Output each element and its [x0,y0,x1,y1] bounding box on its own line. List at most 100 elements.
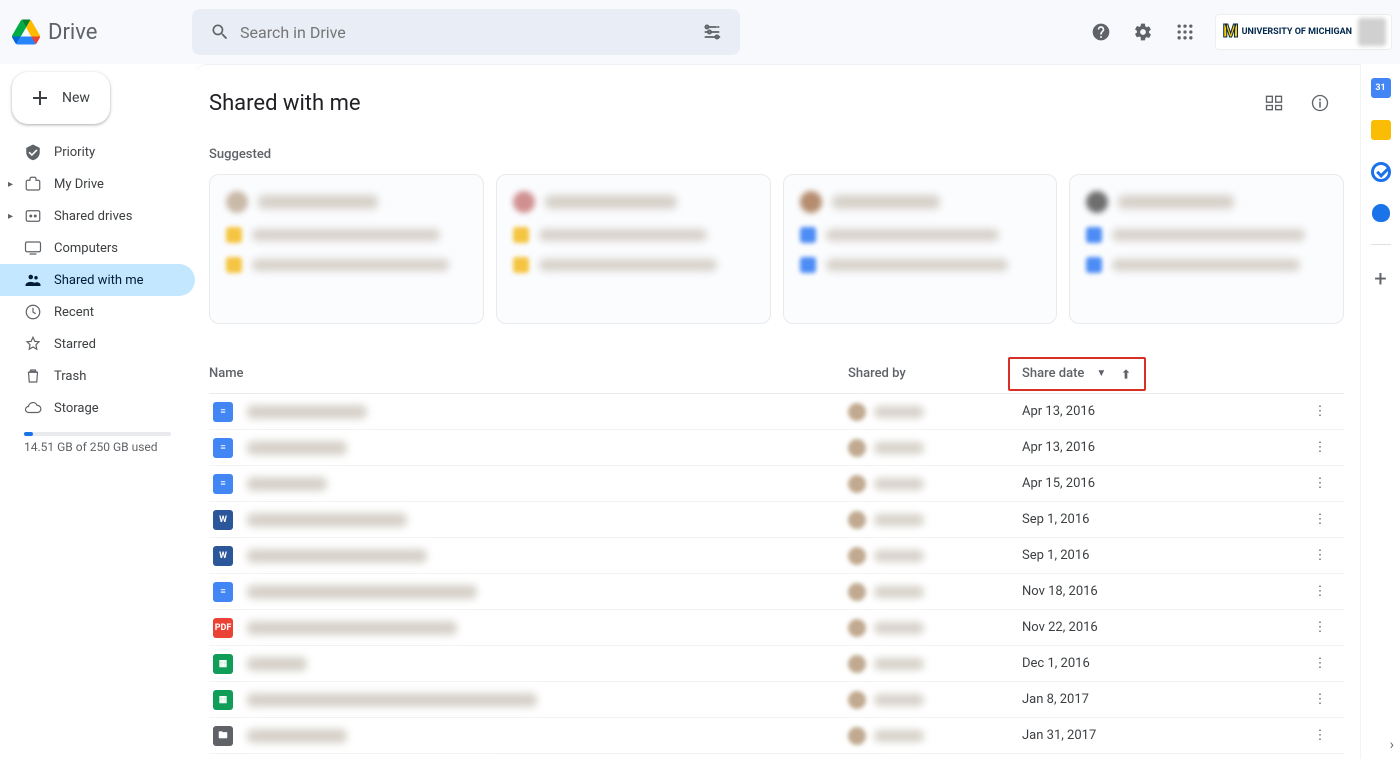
row-more-icon[interactable]: ⋮ [1308,508,1332,532]
table-row[interactable]: ▭Feb 10, 2017⋮ [209,754,1344,759]
arrow-up-icon [1118,366,1134,382]
table-row[interactable]: W Sep 1, 2016⋮ [209,538,1344,574]
file-type-icon: 🖿 [213,726,233,746]
shared-by-cell [848,583,1008,601]
logo-area[interactable]: Drive [12,18,192,46]
table-row[interactable]: ≡Apr 15, 2016⋮ [209,466,1344,502]
share-date-cell: Jan 31, 2017 [1008,728,1308,743]
table-row[interactable]: ▦ Dec 1, 2016⋮ [209,646,1344,682]
row-more-icon[interactable]: ⋮ [1308,436,1332,460]
table-row[interactable]: 🖿 Jan 31, 2017⋮ [209,718,1344,754]
tasks-app-icon[interactable] [1371,162,1391,182]
file-type-icon: ≡ [213,402,233,422]
sidebar-item-computers[interactable]: Computers [0,232,195,264]
file-type-icon: ≡ [213,582,233,602]
file-name-redacted [247,441,347,455]
table-row[interactable]: ≡ Apr 13, 2016⋮ [209,394,1344,430]
settings-icon[interactable] [1123,12,1163,52]
rail-divider [1371,244,1391,245]
row-more-icon[interactable]: ⋮ [1308,544,1332,568]
table-row[interactable]: ▦ Jan 8, 2017⋮ [209,682,1344,718]
row-more-icon[interactable]: ⋮ [1308,688,1332,712]
search-icon[interactable] [200,12,240,52]
org-badge: MUNIVERSITY OF MICHIGAN [1223,23,1352,41]
apps-icon[interactable] [1165,12,1205,52]
search-input[interactable] [240,23,692,42]
shared-by-cell [848,655,1008,673]
sidebar-item-my-drive[interactable]: ▸My Drive [0,168,195,200]
shared-by-cell [848,511,1008,529]
new-button-label: New [62,90,90,106]
share-date-cell: Sep 1, 2016 [1008,548,1308,563]
file-name-redacted [247,693,537,707]
file-name-redacted [247,405,367,419]
row-more-icon[interactable]: ⋮ [1308,580,1332,604]
table-row[interactable]: PDFNov 22, 2016⋮ [209,610,1344,646]
contacts-app-icon[interactable] [1372,204,1390,222]
file-type-icon: ▦ [213,654,233,674]
file-type-icon: W [213,546,233,566]
row-more-icon[interactable]: ⋮ [1308,652,1332,676]
shared-by-cell [848,691,1008,709]
share-date-sort-highlight[interactable]: Share date ▼ [1008,357,1146,391]
sidebar-item-starred[interactable]: Starred [0,328,195,360]
side-panel: + [1360,64,1400,759]
search-bar[interactable] [192,9,740,55]
sidebar-item-trash[interactable]: Trash [0,360,195,392]
shared-drives-icon [24,207,42,225]
suggested-row [209,174,1344,324]
sidebar-item-priority[interactable]: Priority [0,136,195,168]
file-type-icon: PDF [213,618,233,638]
share-date-cell: Apr 13, 2016 [1008,440,1308,455]
info-icon[interactable] [1300,83,1340,123]
calendar-app-icon[interactable] [1371,78,1391,98]
shared-by-cell [848,727,1008,745]
sidebar: New Priority ▸My Drive ▸Shared drives Co… [0,64,195,759]
row-more-icon[interactable]: ⋮ [1308,616,1332,640]
sidebar-item-shared-with-me[interactable]: Shared with me [0,264,195,296]
share-date-cell: Jan 8, 2017 [1008,692,1308,707]
search-options-icon[interactable] [692,12,732,52]
row-more-icon[interactable]: ⋮ [1308,724,1332,748]
col-shared-by[interactable]: Shared by [848,366,1008,381]
share-date-cell: Dec 1, 2016 [1008,656,1308,671]
table-row[interactable]: ≡Apr 13, 2016⋮ [209,430,1344,466]
shared-with-me-icon [24,271,42,289]
storage-text: 14.51 GB of 250 GB used [24,440,195,454]
grid-view-icon[interactable] [1254,83,1294,123]
priority-icon [24,143,42,161]
get-addons-icon[interactable]: + [1374,267,1386,292]
suggested-card[interactable] [783,174,1058,324]
computers-icon [24,239,42,257]
suggested-card[interactable] [496,174,771,324]
support-icon[interactable] [1081,12,1121,52]
my-drive-icon [24,175,42,193]
hide-side-panel-icon[interactable]: › [1390,737,1394,753]
account-chip[interactable]: MUNIVERSITY OF MICHIGAN [1215,14,1392,50]
shared-by-cell [848,547,1008,565]
table-row[interactable]: ≡Nov 18, 2016⋮ [209,574,1344,610]
suggested-card[interactable] [1069,174,1344,324]
row-more-icon[interactable]: ⋮ [1308,472,1332,496]
app-header: Drive MUNIVERSITY OF MICHIGAN [0,0,1400,64]
cloud-icon [24,399,42,417]
product-name: Drive [48,20,97,45]
file-name-redacted [247,621,457,635]
file-name-redacted [247,477,327,491]
suggested-card[interactable] [209,174,484,324]
row-more-icon[interactable]: ⋮ [1308,400,1332,424]
sidebar-item-shared-drives[interactable]: ▸Shared drives [0,200,195,232]
share-date-cell: Apr 13, 2016 [1008,404,1308,419]
dropdown-caret-icon: ▼ [1096,368,1106,379]
new-button[interactable]: New [12,72,110,124]
share-date-cell: Apr 15, 2016 [1008,476,1308,491]
account-avatar[interactable] [1358,18,1386,46]
file-type-icon: ▦ [213,690,233,710]
col-share-date[interactable]: Share date ▼ [1008,357,1308,391]
sidebar-item-recent[interactable]: Recent [0,296,195,328]
suggested-label: Suggested [209,147,1344,162]
table-row[interactable]: WSep 1, 2016⋮ [209,502,1344,538]
keep-app-icon[interactable] [1371,120,1391,140]
sidebar-item-storage[interactable]: Storage [0,392,195,424]
col-name[interactable]: Name [209,366,848,381]
